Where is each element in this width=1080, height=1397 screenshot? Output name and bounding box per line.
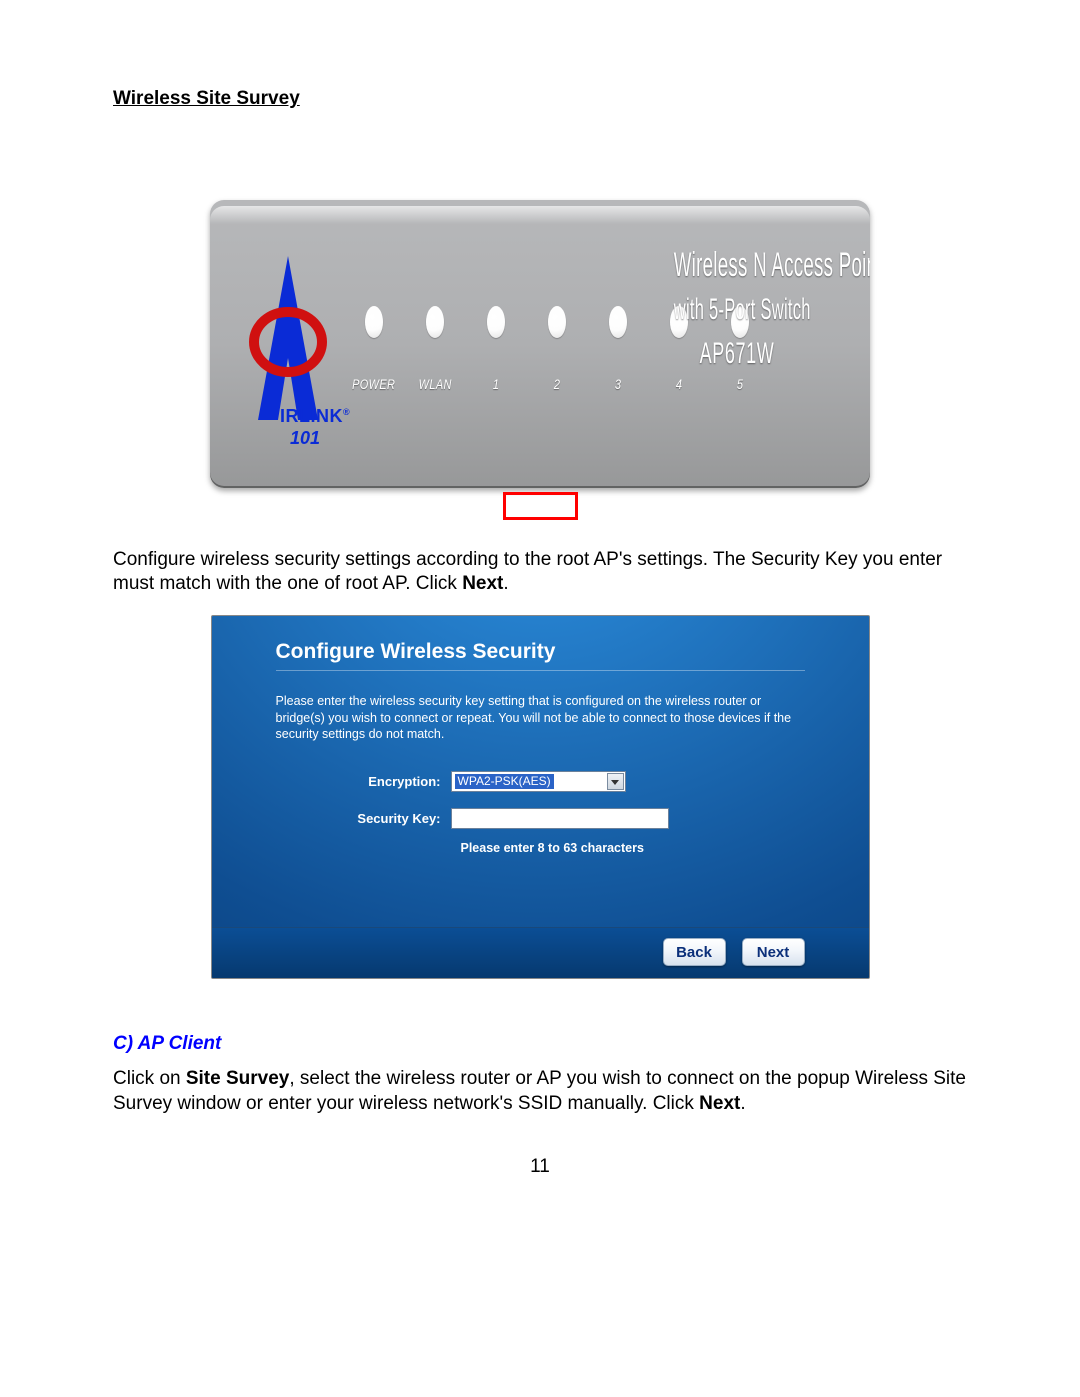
- security-key-hint: Please enter 8 to 63 characters: [461, 841, 644, 855]
- device-figure: IRLINK® 101 POWER WLAN 1: [210, 200, 870, 522]
- product-title-block: Wireless N Access Point with 5-Port Swit…: [622, 246, 852, 371]
- led-label: 4: [676, 376, 682, 392]
- led-label: 1: [493, 376, 499, 392]
- next-button[interactable]: Next: [742, 938, 805, 966]
- configure-wireless-security-panel: Configure Wireless Security Please enter…: [211, 615, 870, 980]
- encryption-label: Encryption:: [276, 774, 451, 789]
- led-label: 3: [615, 376, 621, 392]
- led-indicator-icon: [548, 306, 566, 338]
- led-label: 5: [737, 376, 743, 392]
- panel-footer: Back Next: [212, 927, 869, 978]
- led-port-1: 1: [482, 306, 510, 392]
- section-c-heading: C) AP Client: [113, 1033, 967, 1055]
- encryption-select-wrap[interactable]: WPA2-PSK(AES) WPA2-PSK(AES): [451, 771, 626, 792]
- device-front-panel: IRLINK® 101 POWER WLAN 1: [210, 200, 870, 488]
- led-label: 2: [554, 376, 560, 392]
- security-key-label: Security Key:: [276, 811, 451, 826]
- page-number: 11: [0, 1156, 1080, 1178]
- security-key-input[interactable]: [451, 808, 669, 829]
- encryption-select[interactable]: WPA2-PSK(AES): [451, 771, 626, 792]
- product-name-line2: with 5-Port Switch: [674, 293, 801, 327]
- callout-highlight-box: [503, 492, 578, 520]
- led-indicator-icon: [487, 306, 505, 338]
- brand-logo: IRLINK® 101: [228, 250, 348, 440]
- led-power: POWER: [360, 306, 388, 392]
- product-name-line1: Wireless N Access Point: [674, 246, 801, 285]
- divider: [276, 670, 805, 671]
- instruction-paragraph-1: Configure wireless security settings acc…: [113, 548, 967, 597]
- product-model: AP671W: [668, 337, 806, 371]
- led-indicator-icon: [365, 306, 383, 338]
- led-label: WLAN: [418, 376, 451, 392]
- instruction-paragraph-2: Click on Site Survey, select the wireles…: [113, 1067, 967, 1116]
- led-port-2: 2: [543, 306, 571, 392]
- brand-name: IRLINK®: [280, 406, 350, 427]
- led-label: POWER: [352, 376, 395, 392]
- section-heading: Wireless Site Survey: [113, 88, 967, 110]
- panel-description: Please enter the wireless security key s…: [276, 693, 805, 744]
- panel-title: Configure Wireless Security: [276, 640, 805, 664]
- led-wlan: WLAN: [421, 306, 449, 392]
- brand-sub: 101: [290, 428, 320, 449]
- back-button[interactable]: Back: [663, 938, 726, 966]
- led-indicator-icon: [426, 306, 444, 338]
